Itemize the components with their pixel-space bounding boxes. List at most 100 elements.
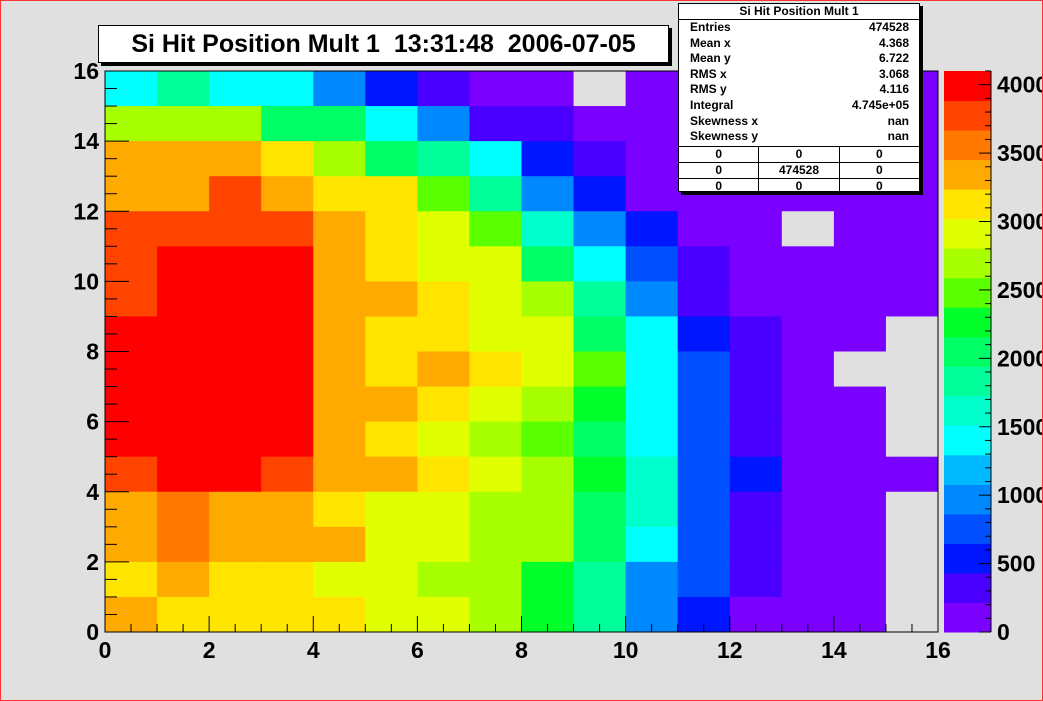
heatmap-cell (261, 561, 314, 598)
heatmap-cell (729, 316, 783, 352)
stats-grid-cell: 0 (875, 179, 883, 193)
heatmap-cell (209, 281, 262, 317)
palette-swatch (944, 454, 991, 485)
heatmap-cell (885, 561, 939, 598)
heatmap-cell (729, 386, 783, 423)
heatmap-cell (417, 141, 470, 177)
stats-row: RMS x 3.068 (679, 67, 919, 83)
heatmap-cell (521, 526, 575, 563)
heatmap-cell (417, 561, 470, 598)
palette-swatch (944, 159, 991, 190)
heatmap-cell (469, 561, 522, 598)
heatmap-cell (417, 176, 470, 212)
heatmap-cell (365, 351, 418, 388)
heatmap-cell (313, 561, 366, 598)
heatmap-cell (417, 246, 470, 282)
heatmap-cell (625, 351, 679, 388)
heatmap-cell (781, 456, 835, 493)
heatmap-cell (313, 246, 366, 282)
stats-row: RMS y 4.116 (679, 82, 919, 98)
color-palette (944, 70, 992, 633)
stats-row: Skewness y nan (679, 129, 919, 145)
heatmap-cell (625, 281, 679, 317)
heatmap-cell (885, 386, 939, 423)
heatmap-cell (157, 281, 210, 317)
heatmap-cell (157, 246, 210, 282)
palette-swatch (944, 71, 991, 102)
heatmap-cell (781, 491, 835, 528)
heatmap-cell (417, 211, 470, 247)
heatmap-cell (521, 561, 575, 598)
heatmap-cell (781, 561, 835, 598)
heatmap-cell (365, 421, 418, 458)
palette-tick-label: 2500 (997, 277, 1042, 303)
heatmap-cell (417, 71, 470, 107)
x-tick-label: 16 (925, 637, 951, 663)
stats-value: nan (887, 129, 909, 144)
heatmap-cell (781, 281, 835, 317)
heatmap-cell (833, 491, 887, 528)
heatmap-cell (729, 351, 783, 388)
heatmap-cell (677, 491, 731, 528)
heatmap-cell (625, 141, 679, 177)
heatmap-cell (209, 211, 262, 247)
heatmap-cell (261, 526, 314, 563)
palette-swatch (944, 425, 991, 456)
heatmap-cell (833, 456, 887, 493)
palette-tick-label: 3500 (997, 140, 1042, 166)
heatmap-cell (365, 491, 418, 528)
palette-swatch (944, 100, 991, 131)
heatmap-cell (625, 176, 679, 212)
heatmap-cell (781, 421, 835, 458)
heatmap-cell (209, 141, 262, 177)
heatmap-cell (417, 106, 470, 142)
palette-tick-label: 3000 (997, 209, 1042, 235)
heatmap-cell (677, 421, 731, 458)
palette-swatch (944, 513, 991, 544)
heatmap-cell (209, 176, 262, 212)
heatmap-cell (365, 71, 418, 107)
heatmap-cell (625, 421, 679, 458)
heatmap-cell (521, 246, 575, 282)
heatmap-cell (157, 71, 210, 107)
heatmap-cell (469, 456, 522, 493)
stats-row: Mean x 4.368 (679, 36, 919, 52)
heatmap-cell (209, 71, 262, 107)
heatmap-cell (261, 176, 314, 212)
heatmap-cell (573, 421, 627, 458)
heatmap-cell (365, 211, 418, 247)
heatmap-cell (625, 316, 679, 352)
heatmap-cell (677, 561, 731, 598)
heatmap-cell (209, 316, 262, 352)
palette-swatch (944, 395, 991, 426)
chart-canvas: 0 2 4 6 8 10 12 14 16 0 2 4 6 8 10 12 14 16 0 500 1000 1500 20… (0, 0, 1043, 701)
palette-tick-label: 1000 (997, 482, 1042, 508)
heatmap-cell (573, 141, 627, 177)
heatmap-cell (885, 421, 939, 458)
heatmap-cell (677, 526, 731, 563)
stats-row: Integral 4.745e+05 (679, 98, 919, 114)
heatmap-cell (625, 561, 679, 598)
heatmap-cell (521, 386, 575, 423)
heatmap-cell (261, 491, 314, 528)
heatmap-cell (417, 351, 470, 388)
heatmap-cell (313, 386, 366, 423)
heatmap-cell (469, 526, 522, 563)
heatmap-cell (625, 71, 679, 107)
palette-tick-label: 500 (997, 551, 1035, 577)
heatmap-cell (573, 561, 627, 598)
heatmap-cell (209, 491, 262, 528)
heatmap-cell (729, 561, 783, 598)
x-tick-label: 14 (821, 637, 847, 663)
heatmap-cell (313, 211, 366, 247)
stats-row: Mean y 6.722 (679, 51, 919, 67)
heatmap-cell (521, 421, 575, 458)
y-tick-label: 10 (73, 268, 99, 294)
heatmap-cell (833, 246, 887, 282)
heatmap-cell (625, 386, 679, 423)
heatmap-cell (209, 351, 262, 388)
stats-value: 474528 (868, 20, 909, 34)
heatmap-cell (833, 526, 887, 563)
heatmap-cell (209, 106, 262, 142)
heatmap-cell (677, 281, 731, 317)
